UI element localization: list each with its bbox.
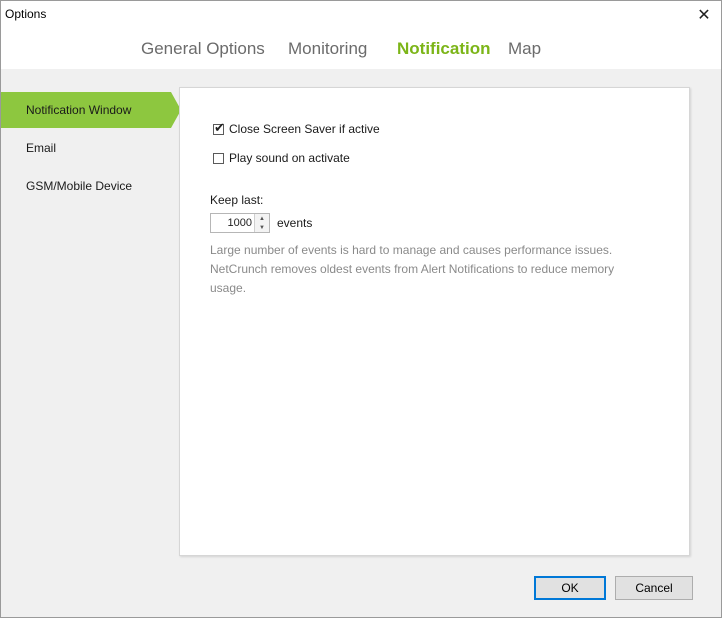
tab-map[interactable]: Map [508,39,541,59]
close-screensaver-label: Close Screen Saver if active [229,122,380,136]
keep-last-hint: Large number of events is hard to manage… [210,243,615,295]
checkmark-icon: ✔ [214,119,225,135]
sidebar-item-label: GSM/Mobile Device [26,179,133,193]
close-screensaver-option[interactable]: ✔ Close Screen Saver if active [213,119,380,136]
play-sound-label: Play sound on activate [229,151,350,165]
play-sound-checkbox[interactable] [213,152,224,164]
play-sound-option[interactable]: Play sound on activate [213,151,350,165]
close-screensaver-checkbox[interactable]: ✔ [213,119,225,135]
keep-last-value[interactable]: 1000 [228,217,252,229]
tab-monitoring[interactable]: Monitoring [288,39,367,59]
sidebar-item-notification-window[interactable]: Notification Window [1,92,181,128]
sidebar: Notification Window Email GSM/Mobile Dev… [1,69,181,569]
keep-last-label: Keep last: [210,193,264,207]
keep-last-stepper[interactable]: 1000 ▲ ▼ [210,213,270,233]
sidebar-item-label: Notification Window [26,103,132,117]
cancel-button[interactable]: Cancel [615,576,693,600]
ok-button[interactable]: OK [534,576,606,600]
sidebar-item-gsm-mobile-device[interactable]: GSM/Mobile Device [1,168,171,204]
stepper-buttons: ▲ ▼ [254,214,269,232]
sidebar-item-label: Email [26,141,57,155]
tab-general-options[interactable]: General Options [141,39,265,59]
chevron-up-icon[interactable]: ▲ [255,214,269,223]
close-icon[interactable]: ✕ [687,1,721,29]
settings-panel: ✔ Close Screen Saver if active Play soun… [179,87,690,556]
options-dialog: Options ✕ General Options Monitoring Not… [0,0,722,618]
chevron-down-icon[interactable]: ▼ [255,223,269,232]
tab-notification[interactable]: Notification [397,39,491,59]
tab-strip: General Options Monitoring Notification … [1,29,721,69]
title-bar: Options ✕ [1,1,721,29]
window-title: Options [5,7,47,21]
sidebar-item-email[interactable]: Email [1,130,171,166]
events-label: events [277,216,313,230]
